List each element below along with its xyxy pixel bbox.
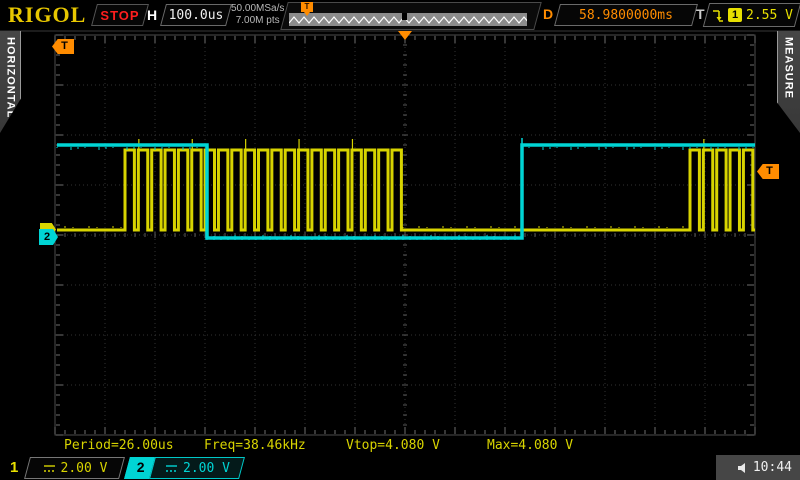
sample-rate: 50.00MSa/s [231,3,284,15]
dc-coupling-icon [164,463,179,474]
waveform-display [0,0,800,480]
top-status-bar: RIGOL STOP H 100.0us 50.00MSa/s 7.00M pt… [0,0,800,32]
memory-waveform-zigzag [289,17,527,23]
memory-trigger-flag[interactable]: T [301,2,313,12]
measurement-vtop: Vtop=4.080 V [346,438,440,453]
trigger-level-value: 2.55 V [746,8,793,23]
rigol-logo: RIGOL [8,2,86,28]
trigger-delay-box[interactable]: 58.9800000ms [554,4,698,26]
trigger-label: T [696,6,705,22]
measurement-period: Period=26.00us [64,438,174,453]
memory-depth: 7.00M pts [231,15,284,27]
memory-waveform-bar[interactable] [289,13,527,26]
run-state-label: STOP [95,5,145,25]
bottom-channel-bar: 1 2.00 V 2 2.00 V [0,455,800,480]
tab-horizontal-label: HORIZONTAL [5,37,17,118]
clock-time: 10:44 [753,460,792,475]
clock-panel: 10:44 [716,455,800,480]
speaker-icon [737,462,750,474]
ch2-scale-value: 2.00 V [183,461,230,476]
delay-label: D [543,6,553,22]
timebase-value: 100.0us [164,5,228,25]
trigger-source-badge: 1 [728,8,742,22]
oscilloscope-screen: RIGOL STOP H 100.0us 50.00MSa/s 7.00M pt… [0,0,800,480]
measurement-freq: Freq=38.46kHz [204,438,306,453]
ch1-number-label[interactable]: 1 [10,459,18,476]
run-state-indicator[interactable]: STOP [91,4,149,26]
trigger-settings-box[interactable]: 1 2.55 V [703,3,800,27]
ch1-scale-value: 2.00 V [61,461,108,476]
trigger-delay-value: 58.9800000ms [558,5,694,25]
timebase-box[interactable]: 100.0us [160,4,232,26]
falling-edge-icon [711,7,724,23]
trigger-position-marker[interactable] [398,31,412,40]
ch1-scale-box[interactable]: 2.00 V [24,457,125,479]
ch2-scale-box[interactable]: 2.00 V [149,457,245,479]
dc-coupling-icon [42,463,57,474]
measurement-max: Max=4.080 V [487,438,573,453]
acquisition-info: 50.00MSa/s 7.00M pts [231,3,284,27]
memory-window-indicator[interactable] [402,13,407,20]
horizontal-label: H [147,7,157,23]
tab-measure-label: MEASURE [783,37,795,99]
